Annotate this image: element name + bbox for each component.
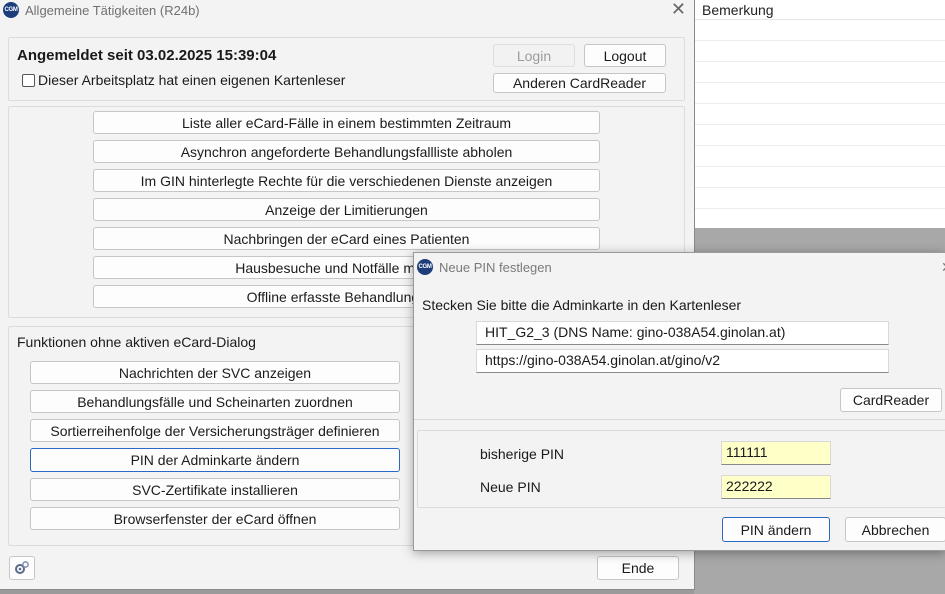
list-row[interactable] bbox=[694, 146, 945, 167]
cardreader-button[interactable]: CardReader bbox=[840, 388, 942, 412]
insert-card-instruction: Stecken Sie bitte die Adminkarte in den … bbox=[422, 297, 742, 313]
offline-group-title: Funktionen ohne aktiven eCard-Dialog bbox=[17, 334, 256, 350]
gino-url-field[interactable]: https://gino-038A54.ginolan.at/gino/v2 bbox=[476, 349, 889, 373]
dialog-title: Neue PIN festlegen bbox=[439, 259, 552, 275]
new-pin-input[interactable]: 222222 bbox=[721, 475, 831, 499]
main-titlebar: CGM Allgemeine Tätigkeiten (R24b) bbox=[0, 0, 694, 20]
settings-button[interactable] bbox=[9, 556, 35, 580]
dialog-titlebar: CGM Neue PIN festlegen bbox=[414, 253, 945, 281]
async-cases-fetch-button[interactable]: Asynchron angeforderte Behandlungsfallli… bbox=[93, 140, 600, 163]
dialog-separator bbox=[414, 419, 945, 420]
limitations-button[interactable]: Anzeige der Limitierungen bbox=[93, 198, 600, 221]
logged-in-label: Angemeldet seit 03.02.2025 15:39:04 bbox=[17, 47, 277, 64]
dialog-app-logo-icon: CGM bbox=[417, 259, 433, 275]
list-row[interactable] bbox=[694, 188, 945, 209]
close-icon[interactable]: ✕ bbox=[671, 0, 686, 18]
card-reader-name-field[interactable]: HIT_G2_3 (DNS Name: gino-038A54.ginolan.… bbox=[476, 321, 889, 345]
old-pin-input[interactable]: 111111 bbox=[721, 441, 831, 465]
other-cardreader-button[interactable]: Anderen CardReader bbox=[493, 73, 666, 93]
gin-rights-button[interactable]: Im GIN hinterlegte Rechte für die versch… bbox=[93, 169, 600, 192]
svc-messages-button[interactable]: Nachrichten der SVC anzeigen bbox=[30, 361, 400, 384]
assign-cases-button[interactable]: Behandlungsfälle und Scheinarten zuordne… bbox=[30, 390, 400, 413]
add-ecard-patient-button[interactable]: Nachbringen der eCard eines Patienten bbox=[93, 227, 600, 250]
own-reader-checkbox-label[interactable]: Dieser Arbeitsplatz hat einen eigenen Ka… bbox=[38, 72, 345, 88]
background-list: Bemerkung bbox=[694, 0, 945, 228]
list-row[interactable] bbox=[694, 125, 945, 146]
main-window-title: Allgemeine Tätigkeiten (R24b) bbox=[25, 2, 200, 18]
cancel-button[interactable]: Abbrechen bbox=[845, 517, 945, 542]
gear-icon bbox=[15, 561, 29, 574]
logout-button[interactable]: Logout bbox=[584, 44, 666, 67]
new-pin-label: Neue PIN bbox=[480, 479, 541, 495]
change-pin-button[interactable]: PIN ändern bbox=[722, 517, 830, 542]
list-row[interactable] bbox=[694, 20, 945, 41]
end-button[interactable]: Ende bbox=[597, 556, 679, 580]
dialog-close-icon[interactable]: ✕ bbox=[941, 259, 945, 276]
list-row[interactable] bbox=[694, 104, 945, 125]
new-pin-dialog: CGM Neue PIN festlegen ✕ Stecken Sie bit… bbox=[413, 252, 945, 551]
install-svc-certificates-button[interactable]: SVC-Zertifikate installieren bbox=[30, 478, 400, 501]
sort-insurers-button[interactable]: Sortierreihenfolge der Versicherungsträg… bbox=[30, 419, 400, 442]
pin-group bbox=[417, 430, 945, 508]
open-ecard-browser-button[interactable]: Browserfenster der eCard öffnen bbox=[30, 507, 400, 530]
list-row[interactable] bbox=[694, 41, 945, 62]
own-reader-checkbox[interactable] bbox=[22, 74, 35, 87]
list-row[interactable] bbox=[694, 62, 945, 83]
login-button[interactable]: Login bbox=[493, 44, 575, 67]
ecard-cases-list-button[interactable]: Liste aller eCard-Fälle in einem bestimm… bbox=[93, 111, 600, 134]
column-header-bemerkung[interactable]: Bemerkung bbox=[694, 0, 945, 20]
list-row[interactable] bbox=[694, 83, 945, 104]
app-logo-icon: CGM bbox=[3, 2, 19, 18]
old-pin-label: bisherige PIN bbox=[480, 446, 565, 462]
list-row[interactable] bbox=[694, 167, 945, 188]
change-admin-pin-button[interactable]: PIN der Adminkarte ändern bbox=[30, 448, 400, 472]
